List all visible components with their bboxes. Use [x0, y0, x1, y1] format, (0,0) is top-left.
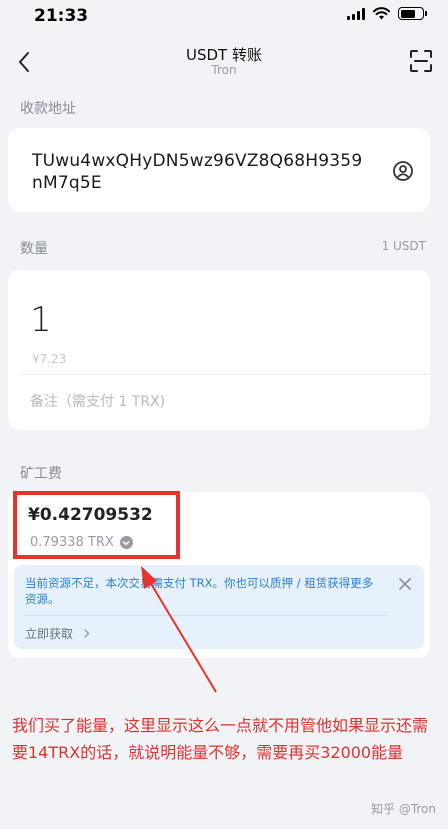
annotation-text: 我们买了能量，这里显示这么一点就不用管他如果显示还需要14TRX的话，就说明能量… [12, 716, 429, 762]
annotation-arrow [141, 566, 217, 693]
watermark: 知乎 @Tron [371, 802, 436, 816]
